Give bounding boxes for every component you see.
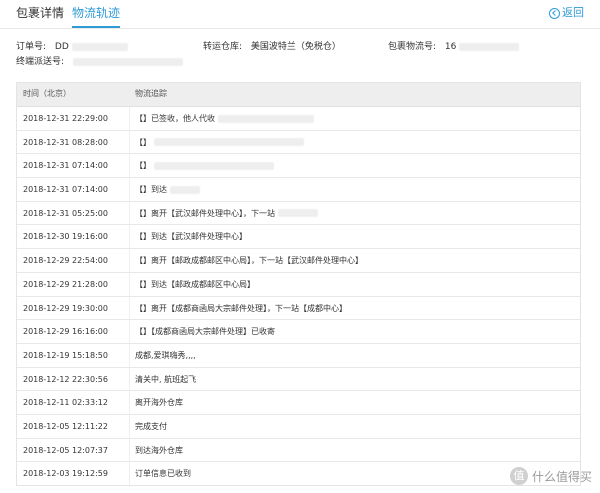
row-time: 2018-12-29 22:54:00 (23, 256, 108, 266)
redacted-text (153, 161, 274, 170)
table-row: 2018-12-29 16:16:00 【】【成都商函局大宗邮件处理】已收寄 (17, 320, 580, 344)
tab-package-details[interactable]: 包裹详情 (16, 6, 64, 20)
row-time: 2018-12-30 19:16:00 (23, 232, 108, 242)
row-time: 2018-12-31 05:25:00 (23, 208, 108, 218)
row-trace: 【】到达【武汉邮件处理中心】 (135, 232, 247, 242)
redacted-final-number (72, 57, 183, 66)
table-row: 2018-12-31 07:14:00 【】到达 (17, 178, 580, 202)
row-time: 2018-12-29 21:28:00 (23, 279, 108, 289)
row-trace: 【】 (135, 161, 274, 171)
row-trace: 【】已签收，他人代收 (135, 114, 314, 124)
redacted-text (217, 114, 314, 123)
row-time: 2018-12-29 16:16:00 (23, 327, 108, 337)
row-time: 2018-12-19 15:18:50 (23, 350, 108, 360)
row-trace: 【】离开【邮政成都邮区中心局】，下一站【武汉邮件处理中心】 (135, 256, 363, 266)
final-delivery-label: 终端派送号: (16, 57, 65, 67)
row-time: 2018-12-31 07:14:00 (23, 161, 108, 171)
redacted-text (169, 185, 200, 194)
watermark: 值 什么值得买 (509, 467, 592, 485)
row-trace: 【】到达 (135, 185, 200, 195)
row-trace: 完成支付 (135, 421, 167, 431)
row-trace: 清关中, 航班起飞 (135, 374, 197, 384)
table-row: 2018-12-19 15:18:50 成都,爱琪嗨秀,,,, (17, 344, 580, 368)
row-trace: 离开海外仓库 (135, 398, 183, 408)
table-row: 2018-12-29 21:28:00 【】到达【邮政成都邮区中心局】 (17, 273, 580, 297)
row-trace: 【】【成都商函局大宗邮件处理】已收寄 (135, 327, 275, 337)
order-number-value: DD (54, 42, 69, 52)
watermark-text: 什么值得买 (531, 469, 592, 484)
row-trace: 订单信息已收到 (135, 469, 191, 479)
row-time: 2018-12-05 12:07:37 (23, 445, 108, 455)
row-time: 2018-12-03 19:12:59 (23, 469, 108, 479)
row-time: 2018-12-12 22:30:56 (23, 374, 108, 384)
redacted-order-number (71, 42, 128, 51)
row-trace: 【】离开【成都商函局大宗邮件处理】，下一站【成都中心】 (135, 303, 347, 313)
table-row: 2018-12-31 22:29:00 【】已签收，他人代收 (17, 107, 580, 131)
package-number-label: 包裹物流号: (388, 42, 437, 52)
warehouse-label: 转运仓库: (203, 42, 243, 52)
table-row: 2018-12-11 02:33:12 离开海外仓库 (17, 391, 580, 415)
header-trace: 物流追踪 (135, 89, 167, 98)
table-row: 2018-12-31 08:28:00 【】 (17, 131, 580, 155)
table-row: 2018-12-12 22:30:56 清关中, 航班起飞 (17, 368, 580, 392)
package-number-value: 16 (444, 42, 457, 52)
table-row: 2018-12-03 19:12:59 订单信息已收到 (17, 462, 580, 486)
row-time: 2018-12-29 19:30:00 (23, 303, 108, 313)
transfer-warehouse: 转运仓库: 美国波特兰（免税仓） (203, 41, 341, 53)
redacted-text (153, 138, 304, 147)
row-trace: 【】离开【武汉邮件处理中心】，下一站 (135, 209, 318, 219)
row-trace: 到达海外仓库 (135, 445, 183, 455)
table-row: 2018-12-29 19:30:00 【】离开【成都商函局大宗邮件处理】，下一… (17, 297, 580, 321)
row-time: 2018-12-11 02:33:12 (23, 398, 108, 408)
package-tracking-number: 包裹物流号: 16 (388, 41, 520, 53)
header-time: 时间（北京） (23, 89, 71, 98)
tab-divider (0, 28, 600, 29)
back-button[interactable]: 返回 (549, 6, 584, 20)
row-time: 2018-12-31 07:14:00 (23, 185, 108, 195)
tab-logistics-tracking[interactable]: 物流轨迹 (72, 6, 120, 20)
row-trace: 【】到达【邮政成都邮区中心局】 (135, 279, 255, 289)
back-arrow-icon (549, 7, 560, 19)
table-row: 2018-12-31 05:25:00 【】离开【武汉邮件处理中心】，下一站 (17, 202, 580, 226)
row-time: 2018-12-31 22:29:00 (23, 114, 108, 123)
table-row: 2018-12-05 12:07:37 到达海外仓库 (17, 439, 580, 463)
tracking-table: 时间（北京） 物流追踪 2018-12-31 22:29:00 【】已签收，他人… (16, 82, 581, 487)
row-time: 2018-12-31 08:28:00 (23, 137, 108, 147)
warehouse-value: 美国波特兰（免税仓） (250, 42, 341, 52)
row-time: 2018-12-05 12:11:22 (23, 421, 108, 431)
table-row: 2018-12-30 19:16:00 【】到达【武汉邮件处理中心】 (17, 225, 580, 250)
order-number-label: 订单号: (16, 42, 47, 52)
row-trace: 【】 (135, 138, 304, 148)
redacted-text (277, 209, 318, 218)
redacted-package-number (459, 42, 520, 51)
table-row: 2018-12-29 22:54:00 【】离开【邮政成都邮区中心局】，下一站【… (17, 249, 580, 273)
order-number: 订单号: DD (16, 41, 128, 53)
table-row: 2018-12-31 07:14:00 【】 (17, 154, 580, 179)
back-label: 返回 (562, 6, 584, 19)
row-trace: 成都,爱琪嗨秀,,,, (135, 350, 196, 360)
final-delivery-number: 终端派送号: (16, 56, 183, 68)
table-header: 时间（北京） 物流追踪 (17, 83, 580, 107)
smzdm-logo-icon: 值 (509, 467, 528, 485)
tab-bar: 包裹详情 物流轨迹 返回 (16, 6, 584, 30)
table-row: 2018-12-05 12:11:22 完成支付 (17, 415, 580, 439)
